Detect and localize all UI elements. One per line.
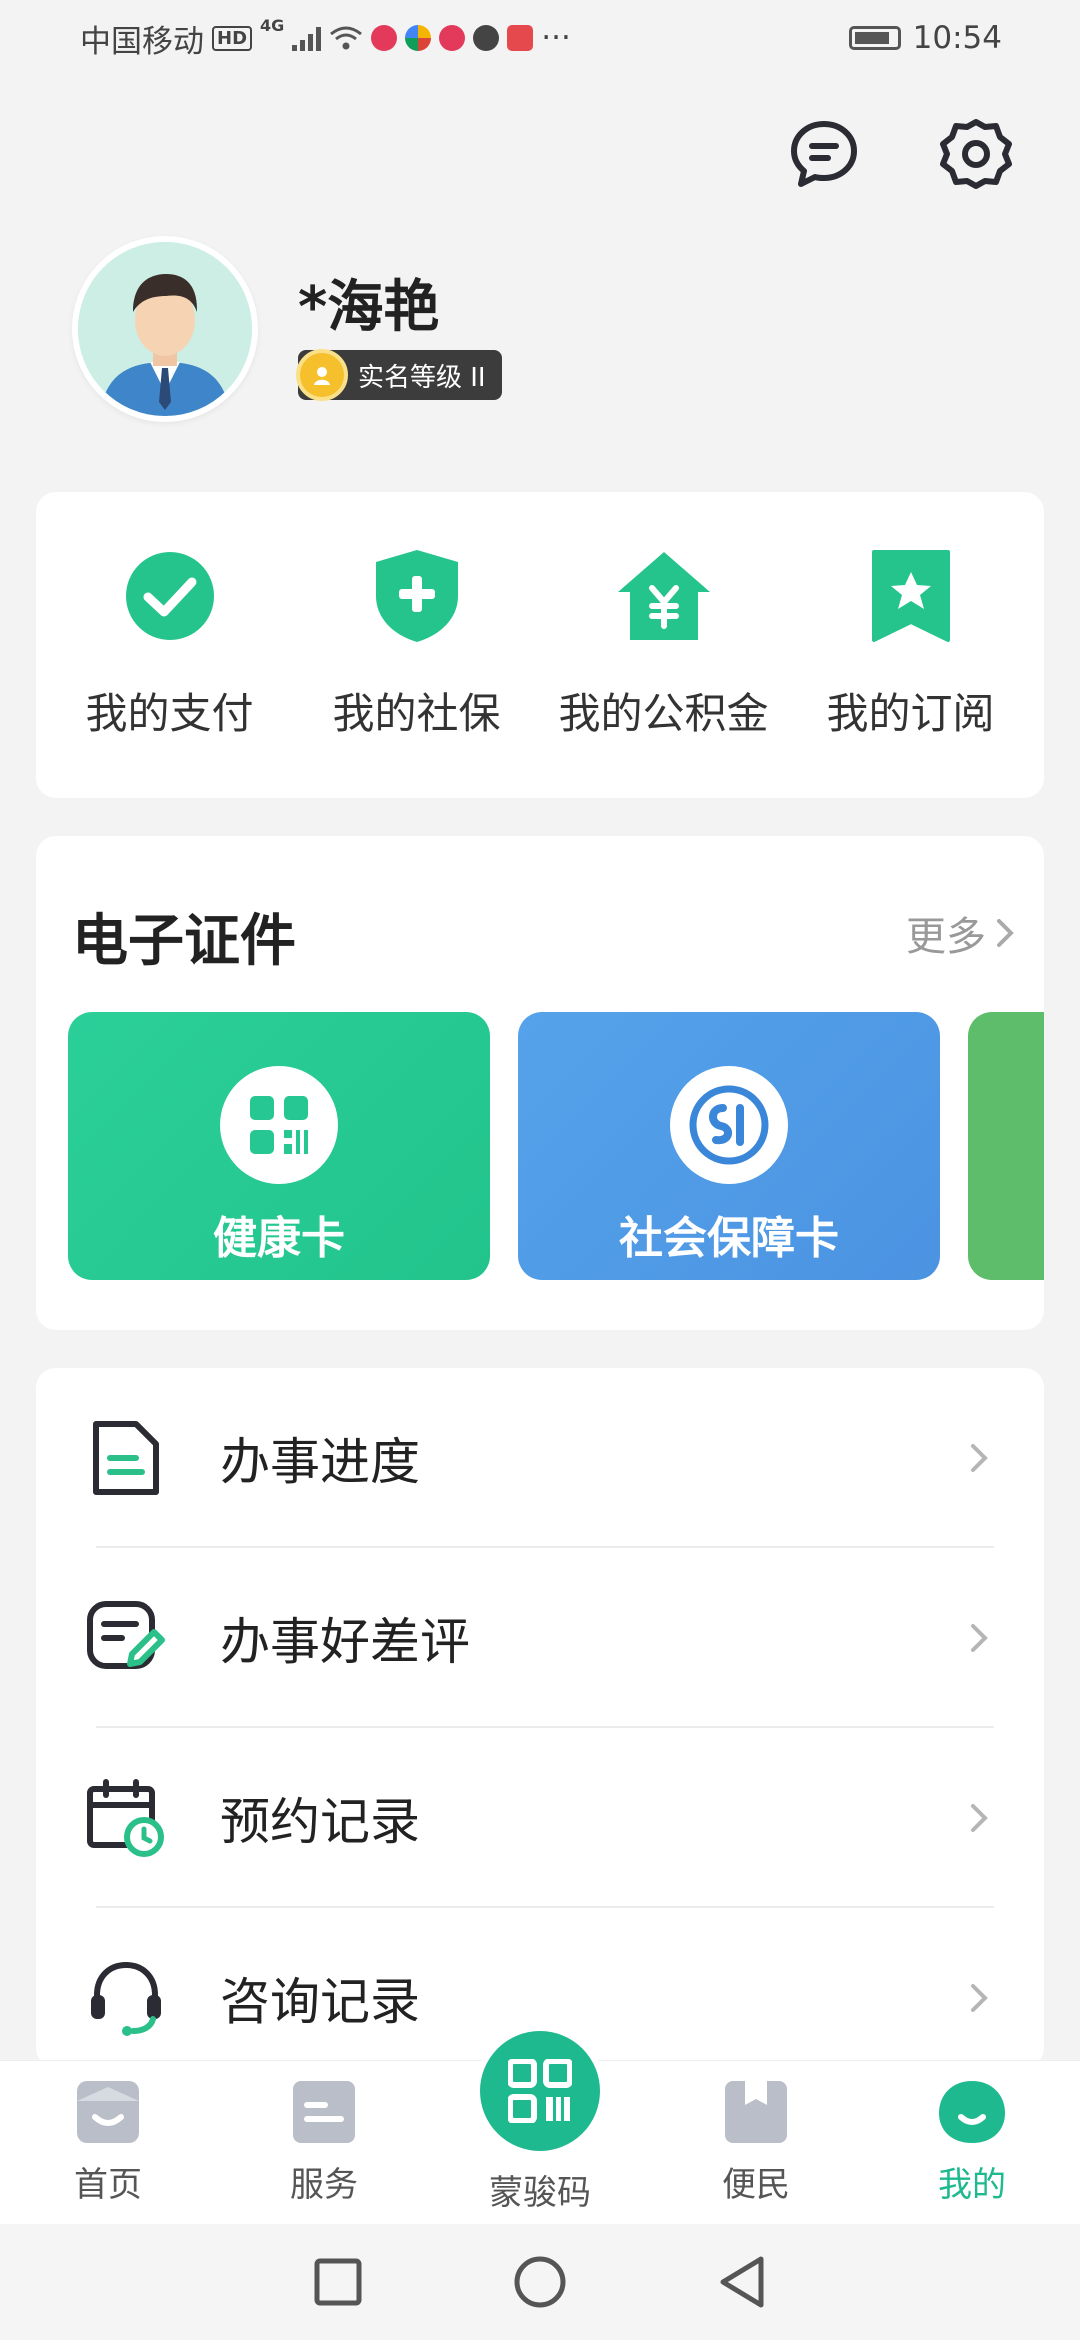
quick-action-housing-fund[interactable]: 我的公积金 — [544, 492, 784, 798]
certificates-more-link[interactable]: 更多 — [906, 904, 1014, 962]
chevron-right-icon — [964, 1978, 994, 2018]
user-avatar-icon — [78, 242, 252, 416]
profile-icon — [939, 2081, 1005, 2143]
bookmark-star-icon — [863, 548, 959, 644]
nav-label: 蒙骏码 — [489, 2173, 591, 2213]
app-notification-icon — [473, 25, 500, 51]
nav-convenience[interactable]: 便民 — [676, 2079, 836, 2206]
shield-plus-icon — [369, 548, 465, 644]
user-name: *海艳 — [298, 275, 440, 340]
quick-action-label: 我的订阅 — [826, 689, 995, 738]
app-notification-icon — [371, 25, 398, 51]
headset-icon — [86, 1958, 166, 2038]
status-bar: 中国移动 HD 4G ··· 10:54 — [0, 0, 1080, 76]
partial-certificate-card[interactable] — [968, 1012, 1044, 1280]
nav-qr-code-button[interactable] — [474, 2025, 606, 2157]
chevron-right-icon — [997, 919, 1014, 947]
cert-label: 健康卡 — [213, 1213, 345, 1264]
more-label: 更多 — [906, 914, 986, 960]
menu-item-appointments[interactable]: 预约记录 — [36, 1728, 1044, 1908]
app-notification-icon — [439, 25, 466, 51]
menu-item-label: 预约记录 — [220, 1793, 420, 1851]
message-icon — [791, 121, 857, 187]
gear-icon — [940, 119, 1012, 189]
nav-label: 便民 — [722, 2165, 790, 2205]
quick-action-subscription[interactable]: 我的订阅 — [791, 492, 1031, 798]
menu-item-label: 办事好差评 — [220, 1613, 470, 1671]
certificates-title: 电子证件 — [72, 909, 296, 974]
avatar[interactable] — [72, 236, 258, 422]
network-type: 4G — [260, 15, 285, 35]
nav-label: 我的 — [938, 2165, 1006, 2205]
verify-level-label: 实名等级 II — [358, 362, 486, 393]
quick-action-payment[interactable]: 我的支付 — [50, 492, 290, 798]
bottom-nav: 首页 服务 蒙骏码 便民 我的 — [0, 2025, 1080, 2224]
bookmark-icon — [725, 2081, 787, 2143]
nav-service[interactable]: 服务 — [244, 2079, 404, 2206]
wifi-icon — [330, 26, 363, 50]
chevron-right-icon — [964, 1618, 994, 1658]
menu-item-review[interactable]: 办事好差评 — [36, 1548, 1044, 1728]
clock: 10:54 — [912, 20, 1002, 56]
home-icon — [77, 2081, 139, 2143]
settings-button[interactable] — [938, 116, 1014, 192]
qr-code-icon — [220, 1066, 338, 1184]
document-icon — [86, 1418, 166, 1498]
health-card[interactable]: 健康卡 — [68, 1012, 490, 1280]
menu-list-card: 办事进度 办事好差评 预约记录 咨询记录 — [36, 1368, 1044, 2068]
status-left: 中国移动 HD 4G ··· — [80, 16, 571, 61]
quick-action-label: 我的公积金 — [558, 689, 769, 738]
more-notifications: ··· — [541, 20, 571, 56]
home-circle-icon[interactable] — [513, 2255, 567, 2309]
social-security-card[interactable]: 社会保障卡 — [518, 1012, 940, 1280]
chevron-right-icon — [964, 1438, 994, 1478]
quick-actions-card: 我的支付 我的社保 我的公积金 我的订阅 — [36, 492, 1044, 798]
nav-label: 首页 — [74, 2165, 142, 2205]
house-yuan-icon — [616, 548, 712, 644]
battery-icon — [848, 26, 901, 50]
nav-label: 服务 — [290, 2165, 358, 2205]
review-edit-icon — [86, 1598, 166, 1678]
app-notification-icon — [507, 25, 534, 51]
quick-action-social-insurance[interactable]: 我的社保 — [297, 492, 537, 798]
check-circle-icon — [122, 548, 218, 644]
verify-level-badge[interactable]: 实名等级 II — [296, 349, 502, 401]
nav-mine[interactable]: 我的 — [892, 2079, 1052, 2206]
quick-action-label: 我的支付 — [85, 689, 254, 738]
system-nav-bar — [0, 2224, 1080, 2340]
app-notification-icon — [405, 25, 432, 51]
carrier-label: 中国移动 — [80, 23, 204, 60]
menu-item-label: 办事进度 — [220, 1433, 420, 1491]
status-right: 10:54 — [848, 20, 1002, 56]
menu-item-label: 咨询记录 — [220, 1973, 420, 2031]
calendar-clock-icon — [86, 1778, 166, 1858]
certificates-card: 电子证件 更多 健康卡 社会保障卡 — [36, 836, 1044, 1330]
recent-apps-icon[interactable] — [313, 2257, 363, 2307]
menu-item-progress[interactable]: 办事进度 — [36, 1368, 1044, 1548]
chevron-right-icon — [964, 1798, 994, 1838]
medal-icon — [296, 349, 348, 401]
quick-action-label: 我的社保 — [332, 689, 501, 738]
back-triangle-icon[interactable] — [717, 2255, 767, 2309]
qr-code-icon — [508, 2059, 572, 2123]
service-icon — [293, 2081, 355, 2143]
cert-label: 社会保障卡 — [619, 1213, 839, 1264]
hd-badge: HD — [212, 25, 253, 51]
nav-home[interactable]: 首页 — [28, 2079, 188, 2206]
message-button[interactable] — [786, 116, 862, 192]
signal-icon — [292, 25, 322, 51]
social-security-icon — [670, 1066, 788, 1184]
